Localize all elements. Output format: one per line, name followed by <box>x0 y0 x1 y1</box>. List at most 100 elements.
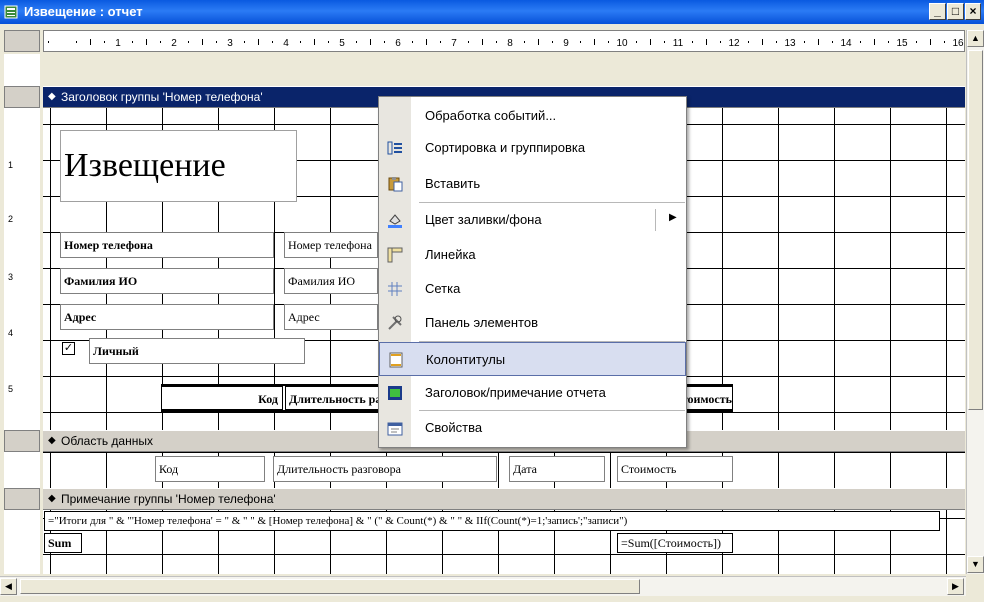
ruler-tick <box>552 41 553 43</box>
ruler-tick <box>538 39 539 45</box>
band-arrow-icon: ◆ <box>48 91 56 102</box>
scroll-right-icon[interactable]: ▶ <box>947 578 964 595</box>
ruler-ticks: 1 2 3 4 5 6 7 8 9 10 11 12 13 14 15 16 <box>48 38 964 49</box>
ruler-number: 10 <box>616 38 628 49</box>
vertical-ruler-number: 3 <box>8 272 14 282</box>
ruler-number: 14 <box>840 38 852 49</box>
horizontal-ruler[interactable]: 1 2 3 4 5 6 7 8 9 10 11 12 13 14 15 16 <box>43 30 965 52</box>
ruler-tick <box>832 41 833 43</box>
ruler-number: 13 <box>784 38 796 49</box>
scroll-up-icon[interactable]: ▲ <box>967 30 984 47</box>
group-footer-selector[interactable] <box>4 488 40 510</box>
ruler-tick <box>356 41 357 43</box>
menu-item-properties[interactable]: Свойства <box>379 411 686 445</box>
menu-item-report-header-footer[interactable]: Заголовок/примечание отчета <box>379 376 686 410</box>
window-title-bar[interactable]: Извещение : отчет _ □ × <box>0 0 984 24</box>
ruler-tick <box>594 39 595 45</box>
ruler-tick <box>874 39 875 45</box>
maximize-button[interactable]: □ <box>947 3 964 20</box>
ruler-tick <box>748 41 749 43</box>
ruler-tick <box>328 41 329 43</box>
close-button[interactable]: × <box>965 3 981 20</box>
ruler-tick <box>48 41 49 43</box>
name-field[interactable]: Фамилия ИО <box>284 268 378 294</box>
ruler-tick <box>90 39 91 45</box>
ruler-tick <box>524 41 525 43</box>
address-field[interactable]: Адрес <box>284 304 378 330</box>
minimize-button[interactable]: _ <box>929 3 946 20</box>
context-menu[interactable]: Обработка событий... Сортировка и группи… <box>378 96 687 448</box>
phone-label[interactable]: Номер телефона <box>60 232 274 258</box>
ruler-tick <box>888 41 889 43</box>
detail-duration-field[interactable]: Длительность разговора <box>273 456 497 482</box>
totals-expression-field[interactable]: ="Итоги для " & "'Номер телефона' = " & … <box>44 511 940 531</box>
menu-item-label: Цвет заливки/фона <box>425 212 542 227</box>
sum-label[interactable]: Sum <box>44 533 82 553</box>
vertical-scroll-thumb[interactable] <box>968 50 983 410</box>
resize-grip[interactable] <box>966 576 984 596</box>
detail-section[interactable]: Код Длительность разговора Дата Стоимост… <box>43 452 965 488</box>
ruler-number: 11 <box>673 38 684 49</box>
detail-date-field[interactable]: Дата <box>509 456 605 482</box>
address-label[interactable]: Адрес <box>60 304 274 330</box>
personal-checkbox[interactable]: ✓ <box>62 342 75 355</box>
ruler-number: 9 <box>563 38 569 49</box>
report-icon <box>4 5 18 19</box>
column-code-label[interactable]: Код <box>161 386 283 410</box>
detail-selector[interactable] <box>4 430 40 452</box>
ruler-number: 8 <box>507 38 513 49</box>
ruler-tick <box>258 39 259 45</box>
scroll-left-icon[interactable]: ◀ <box>0 578 17 595</box>
ruler-tick <box>608 41 609 43</box>
paste-icon <box>388 177 403 192</box>
menu-item-page-header-footer[interactable]: Колонтитулы <box>379 342 686 376</box>
group-header-selector[interactable] <box>4 86 40 108</box>
horizontal-scrollbar[interactable]: ◀ ▶ <box>0 576 966 596</box>
menu-item-paste[interactable]: Вставить <box>379 167 686 201</box>
ruler-tick <box>916 41 917 43</box>
scroll-down-icon[interactable]: ▼ <box>967 556 984 573</box>
ruler-number: 6 <box>395 38 401 49</box>
ruler-number: 2 <box>171 38 177 49</box>
ruler-tick <box>160 41 161 43</box>
column-duration-label[interactable]: Длительность разговора <box>285 386 379 410</box>
menu-item-ruler[interactable]: Линейка <box>379 238 686 272</box>
report-title-label[interactable]: Извещение <box>60 130 297 202</box>
ruler-tick <box>202 39 203 45</box>
ruler-number: 16 <box>952 38 964 49</box>
ruler-number: 4 <box>283 38 289 49</box>
ruler-tick <box>76 41 77 43</box>
menu-item-grid[interactable]: Сетка <box>379 272 686 306</box>
ruler-number: 5 <box>339 38 345 49</box>
ruler-number: 7 <box>451 38 457 49</box>
menu-item-fill-color[interactable]: Цвет заливки/фона ▶ <box>379 203 686 237</box>
menu-item-event-builder[interactable]: Обработка событий... <box>379 99 686 133</box>
page-header-footer-icon <box>389 352 403 368</box>
group-footer-section[interactable]: ="Итоги для " & "'Номер телефона' = " & … <box>43 510 965 574</box>
menu-item-sorting-grouping[interactable]: Сортировка и группировка <box>379 131 686 165</box>
ruler-tick <box>650 39 651 45</box>
detail-cost-field[interactable]: Стоимость <box>617 456 733 482</box>
group-footer-band-bar[interactable]: ◆ Примечание группы 'Номер телефона' <box>43 488 965 510</box>
ruler-number: 3 <box>227 38 233 49</box>
vertical-ruler-number: 5 <box>8 384 14 394</box>
ruler-tick <box>930 39 931 45</box>
sum-expression-field[interactable]: =Sum([Стоимость]) <box>617 533 733 553</box>
ruler-corner[interactable] <box>4 30 40 52</box>
vertical-scrollbar[interactable]: ▲ ▼ <box>966 30 984 574</box>
ruler-tick <box>664 41 665 43</box>
horizontal-scroll-thumb[interactable] <box>20 579 640 594</box>
ruler-tick <box>804 41 805 43</box>
menu-item-toolbox[interactable]: Панель элементов <box>379 306 686 340</box>
ruler-tick <box>580 41 581 43</box>
ruler-tick <box>146 39 147 45</box>
band-arrow-icon: ◆ <box>48 435 56 446</box>
detail-code-field[interactable]: Код <box>155 456 265 482</box>
ruler-tick <box>860 41 861 43</box>
menu-item-label: Сортировка и группировка <box>425 140 586 155</box>
ruler-tick <box>944 41 945 43</box>
name-label[interactable]: Фамилия ИО <box>60 268 274 294</box>
phone-field[interactable]: Номер телефона <box>284 232 378 258</box>
personal-label[interactable]: Личный <box>89 338 305 364</box>
ruler-tick <box>412 41 413 43</box>
